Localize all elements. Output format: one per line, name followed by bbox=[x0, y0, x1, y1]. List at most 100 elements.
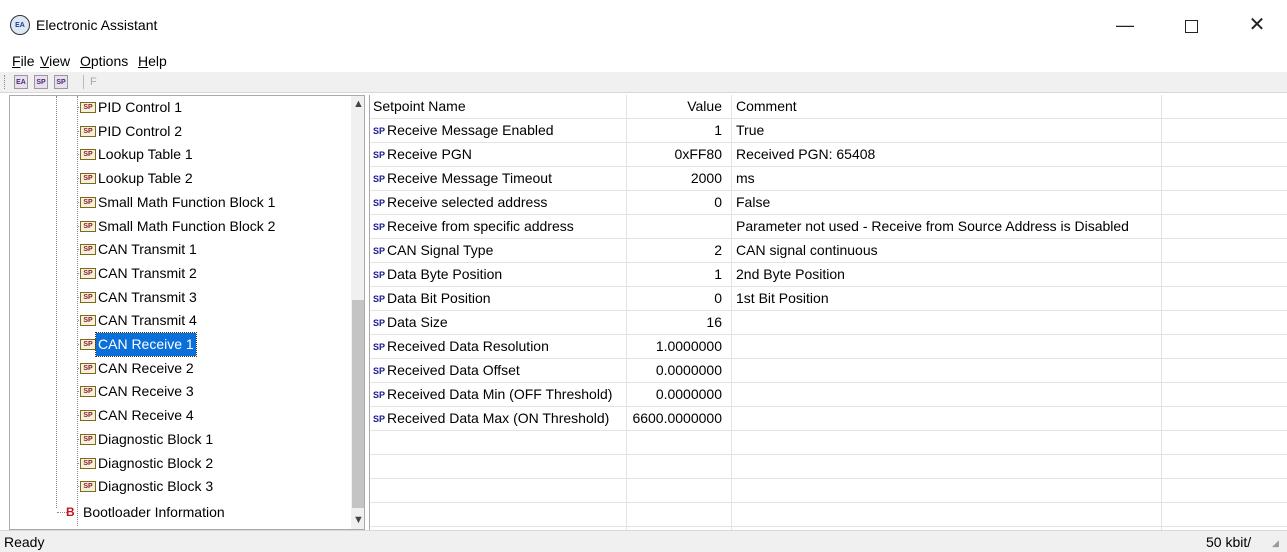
setpoint-name: Receive Message Timeout bbox=[387, 170, 552, 186]
scrollbar-thumb[interactable] bbox=[352, 300, 364, 508]
setpoint-icon: SP bbox=[373, 294, 386, 304]
table-row[interactable]: SP CAN Signal Type 2 CAN signal continuous bbox=[370, 239, 1287, 263]
setpoint-comment-cell: Parameter not used - Receive from Source… bbox=[736, 218, 1129, 234]
toolbar-f-button[interactable]: F bbox=[90, 74, 97, 90]
tree-item[interactable]: SP Small Math Function Block 2 bbox=[10, 215, 350, 238]
setpoint-group-icon: SP bbox=[80, 362, 96, 374]
tree-item[interactable]: SP CAN Receive 2 bbox=[10, 357, 350, 380]
tree-item-label: CAN Transmit 4 bbox=[98, 312, 197, 329]
tree-item[interactable]: SP CAN Receive 4 bbox=[10, 404, 350, 427]
table-row[interactable]: SP Received Data Offset 0.0000000 bbox=[370, 359, 1287, 383]
setpoint-value-cell[interactable]: 1 bbox=[626, 119, 726, 142]
setpoint-grid[interactable]: Setpoint Name Value Comment SP Receive Me… bbox=[369, 95, 1287, 530]
table-row[interactable]: SP Received Data Min (OFF Threshold) 0.000… bbox=[370, 383, 1287, 407]
tree-item[interactable]: SP CAN Transmit 2 bbox=[10, 262, 350, 285]
setpoint-value-cell[interactable]: 1.0000000 bbox=[626, 335, 726, 358]
menu-help[interactable]: Help bbox=[138, 52, 167, 70]
write-setpoints-icon[interactable]: SP bbox=[54, 75, 68, 89]
header-comment[interactable]: Comment bbox=[736, 95, 1161, 118]
setpoint-value-cell[interactable]: 0 bbox=[626, 191, 726, 214]
minimize-button[interactable]: — bbox=[1102, 8, 1148, 42]
setpoint-name-cell: SP Data Bit Position bbox=[373, 287, 626, 310]
table-row[interactable]: SP Receive from specific address Parameter… bbox=[370, 215, 1287, 239]
tree-item[interactable]: SP CAN Transmit 4 bbox=[10, 309, 350, 332]
setpoint-value-cell[interactable]: 0.0000000 bbox=[626, 359, 726, 382]
setpoint-icon: SP bbox=[373, 270, 386, 280]
table-row[interactable] bbox=[370, 479, 1287, 503]
table-row[interactable]: SP Receive Message Timeout 2000 ms bbox=[370, 167, 1287, 191]
tree-item[interactable]: SP Diagnostic Block 3 bbox=[10, 475, 350, 498]
scroll-up-icon[interactable]: ▲ bbox=[351, 96, 364, 113]
tree-item[interactable]: SP Lookup Table 2 bbox=[10, 167, 350, 190]
setpoint-group-icon: SP bbox=[80, 102, 96, 113]
toolbar-grip[interactable] bbox=[4, 75, 8, 89]
setpoint-group-icon: SP bbox=[80, 315, 96, 327]
app-logo-icon: EA bbox=[10, 15, 30, 35]
setpoint-name-cell: SP Receive from specific address bbox=[373, 215, 626, 238]
menu-file[interactable]: File bbox=[12, 52, 35, 70]
scroll-down-icon[interactable]: ▼ bbox=[351, 512, 364, 529]
table-row[interactable]: SP Receive selected address 0 False bbox=[370, 191, 1287, 215]
table-row[interactable]: SP Received Data Max (ON Threshold) 6600.0… bbox=[370, 407, 1287, 431]
header-value[interactable]: Value bbox=[626, 95, 726, 118]
setpoint-group-icon: SP bbox=[80, 433, 96, 445]
resize-grip-icon[interactable]: ◢ bbox=[1272, 537, 1284, 549]
tree-item[interactable]: SP Diagnostic Block 2 bbox=[10, 452, 350, 475]
table-row[interactable] bbox=[370, 503, 1287, 527]
table-row[interactable]: SP Data Bit Position 0 1st Bit Position bbox=[370, 287, 1287, 311]
tree-scrollbar[interactable]: ▲ ▼ bbox=[351, 96, 364, 529]
menu-view[interactable]: View bbox=[40, 52, 70, 70]
setpoint-comment-cell bbox=[736, 407, 1161, 430]
setpoint-icon: SP bbox=[373, 318, 386, 328]
maximize-button[interactable] bbox=[1168, 8, 1214, 42]
setpoint-value-cell[interactable]: 1 bbox=[626, 263, 726, 286]
table-row[interactable]: SP Data Size 16 bbox=[370, 311, 1287, 335]
setpoint-value-cell[interactable]: 0.0000000 bbox=[626, 383, 726, 406]
table-row[interactable]: SP Data Byte Position 1 2nd Byte Position bbox=[370, 263, 1287, 287]
tree-item[interactable]: SP Lookup Table 1 bbox=[10, 143, 350, 166]
tree-item[interactable]: SP PID Control 2 bbox=[10, 120, 350, 143]
tree-item-label: Bootloader Information bbox=[83, 504, 225, 520]
setpoint-comment-cell: ms bbox=[736, 170, 755, 186]
setpoint-value-cell[interactable] bbox=[626, 215, 726, 238]
tree-item-label: CAN Receive 2 bbox=[98, 359, 194, 376]
setpoint-name: CAN Signal Type bbox=[387, 242, 494, 258]
setpoint-value-cell[interactable]: 0xFF80 bbox=[626, 143, 726, 166]
window-title: Electronic Assistant bbox=[36, 17, 158, 33]
menu-bar: File View Options Help bbox=[0, 50, 1287, 72]
setpoint-name-cell: SP Received Data Max (ON Threshold) bbox=[373, 407, 626, 430]
setpoint-comment-cell: False bbox=[736, 194, 771, 210]
setpoint-value-cell[interactable]: 2 bbox=[626, 239, 726, 262]
table-row[interactable] bbox=[370, 431, 1287, 455]
setpoint-value-cell[interactable]: 2000 bbox=[626, 167, 726, 190]
menu-options[interactable]: Options bbox=[80, 52, 128, 70]
tree-item[interactable]: SP CAN Receive 3 bbox=[10, 380, 350, 403]
setpoint-group-icon: SP bbox=[80, 267, 96, 279]
connect-icon[interactable]: EA bbox=[14, 75, 28, 89]
setpoint-group-icon: SP bbox=[80, 339, 96, 350]
tree-item[interactable]: SP Small Math Function Block 1 bbox=[10, 191, 350, 214]
tree-view[interactable]: SP PID Control 1 SP PID Control 2 SP Lookup T… bbox=[9, 95, 365, 530]
tree-item[interactable]: SP CAN Transmit 1 bbox=[10, 238, 350, 261]
read-setpoints-icon[interactable]: SP bbox=[34, 75, 48, 89]
setpoint-comment-cell bbox=[736, 359, 1161, 382]
tree-item-bootloader[interactable]: B Bootloader Information bbox=[10, 501, 350, 524]
setpoint-value-cell[interactable]: 0 bbox=[626, 287, 726, 310]
table-row[interactable]: SP Receive PGN 0xFF80 Received PGN: 65408 bbox=[370, 143, 1287, 167]
table-row[interactable]: SP Received Data Resolution 1.0000000 bbox=[370, 335, 1287, 359]
setpoint-icon: SP bbox=[373, 414, 386, 424]
tree-item[interactable]: SP CAN Transmit 3 bbox=[10, 286, 350, 309]
table-row[interactable]: SP Receive Message Enabled 1 True bbox=[370, 119, 1287, 143]
tree-item[interactable]: SP PID Control 1 bbox=[10, 96, 350, 119]
setpoint-value-cell[interactable]: 6600.0000000 bbox=[626, 407, 726, 430]
setpoint-group-icon: SP bbox=[80, 196, 96, 208]
tree-item[interactable]: SP Diagnostic Block 1 bbox=[10, 428, 350, 451]
setpoint-icon: SP bbox=[373, 126, 386, 136]
close-button[interactable]: ✕ bbox=[1234, 8, 1280, 42]
setpoint-value-cell[interactable]: 16 bbox=[626, 311, 726, 334]
header-setpoint-name[interactable]: Setpoint Name bbox=[373, 95, 626, 118]
table-row[interactable] bbox=[370, 455, 1287, 479]
toolbar-separator bbox=[83, 75, 84, 89]
setpoint-icon: SP bbox=[373, 150, 386, 160]
tree-item[interactable]: SP CAN Receive 1 bbox=[10, 332, 350, 357]
